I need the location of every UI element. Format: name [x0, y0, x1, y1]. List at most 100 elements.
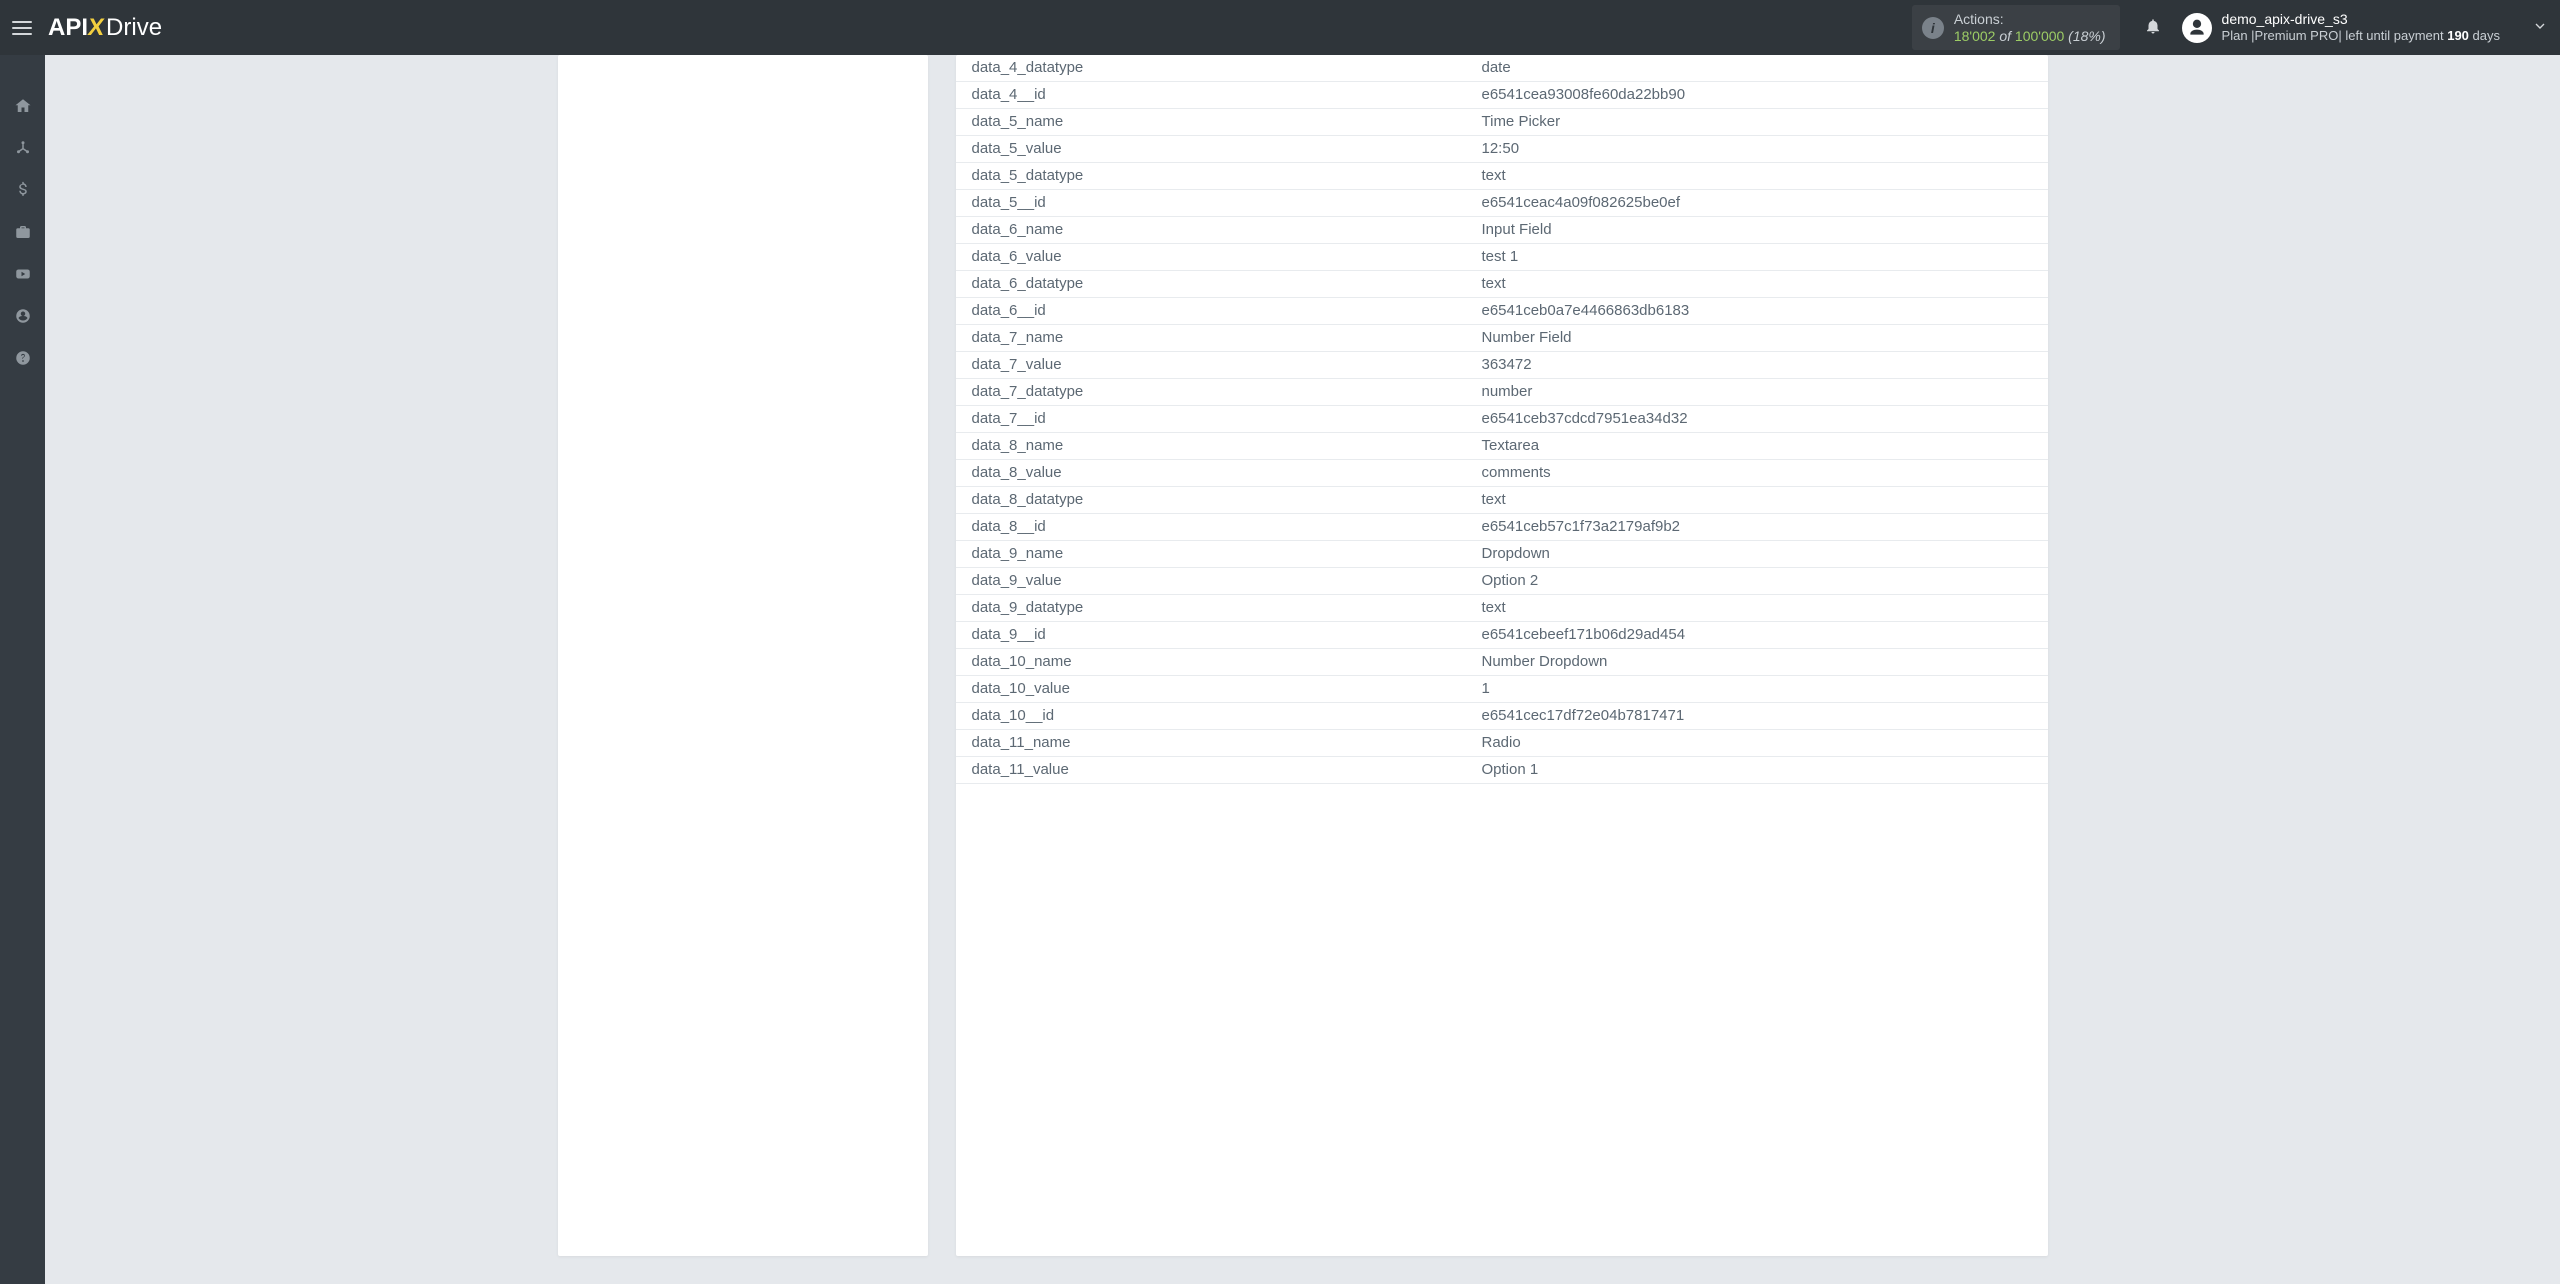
user-menu-chevron-down-icon[interactable]	[2532, 18, 2548, 38]
row-value: e6541cea93008fe60da22bb90	[1466, 82, 2048, 109]
table-row: data_11_nameRadio	[956, 730, 2048, 757]
table-row: data_8__ide6541ceb57c1f73a2179af9b2	[956, 514, 2048, 541]
table-row: data_7_value363472	[956, 352, 2048, 379]
table-row: data_4_datatypedate	[956, 55, 2048, 82]
row-value: 363472	[1466, 352, 2048, 379]
logo-text-api: API	[48, 14, 88, 42]
row-key: data_4__id	[956, 82, 1466, 109]
table-row: data_7_nameNumber Field	[956, 325, 2048, 352]
plan-prefix: Plan |	[2222, 28, 2255, 43]
table-row: data_6_nameInput Field	[956, 217, 2048, 244]
row-value: Number Dropdown	[1466, 649, 2048, 676]
table-row: data_9_datatypetext	[956, 595, 2048, 622]
sidebar-item-home[interactable]	[0, 85, 45, 127]
table-row: data_8_datatypetext	[956, 487, 2048, 514]
info-icon	[1922, 17, 1944, 39]
data-table-card: data_4_datatypedatedata_4__ide6541cea930…	[956, 55, 2048, 1256]
table-row: data_9__ide6541cebeef171b06d29ad454	[956, 622, 2048, 649]
table-row: data_5_nameTime Picker	[956, 109, 2048, 136]
plan-days-num: 190	[2447, 28, 2469, 43]
row-key: data_9__id	[956, 622, 1466, 649]
row-value: e6541ceb0a7e4466863db6183	[1466, 298, 2048, 325]
notifications-bell-icon[interactable]	[2138, 17, 2168, 39]
row-value: e6541ceac4a09f082625be0ef	[1466, 190, 2048, 217]
row-key: data_6_value	[956, 244, 1466, 271]
row-key: data_6_name	[956, 217, 1466, 244]
row-value: Radio	[1466, 730, 2048, 757]
row-key: data_7_value	[956, 352, 1466, 379]
row-value: Textarea	[1466, 433, 2048, 460]
logo-text-x: X	[86, 14, 106, 42]
row-key: data_9_value	[956, 568, 1466, 595]
table-row: data_5__ide6541ceac4a09f082625be0ef	[956, 190, 2048, 217]
row-value: Option 2	[1466, 568, 2048, 595]
table-row: data_8_valuecomments	[956, 460, 2048, 487]
row-key: data_11_name	[956, 730, 1466, 757]
row-value: Dropdown	[1466, 541, 2048, 568]
table-row: data_8_nameTextarea	[956, 433, 2048, 460]
row-key: data_6__id	[956, 298, 1466, 325]
sidebar-item-briefcase[interactable]	[0, 211, 45, 253]
row-key: data_7__id	[956, 406, 1466, 433]
actions-total: 100'000	[2015, 28, 2064, 44]
hamburger-menu-icon[interactable]	[8, 14, 36, 42]
plan-days-suffix: days	[2469, 28, 2500, 43]
row-key: data_10_value	[956, 676, 1466, 703]
row-key: data_8_name	[956, 433, 1466, 460]
row-value: e6541ceb57c1f73a2179af9b2	[1466, 514, 2048, 541]
row-value: Time Picker	[1466, 109, 2048, 136]
table-row: data_5_value12:50	[956, 136, 2048, 163]
row-key: data_7_datatype	[956, 379, 1466, 406]
sidebar-item-account[interactable]	[0, 295, 45, 337]
row-key: data_8_datatype	[956, 487, 1466, 514]
row-key: data_10__id	[956, 703, 1466, 730]
table-row: data_10_nameNumber Dropdown	[956, 649, 2048, 676]
row-value: Option 1	[1466, 757, 2048, 784]
sidebar-item-video[interactable]	[0, 253, 45, 295]
table-row: data_11_valueOption 1	[956, 757, 2048, 784]
row-key: data_8_value	[956, 460, 1466, 487]
sidebar-item-help[interactable]	[0, 337, 45, 379]
row-key: data_5_value	[956, 136, 1466, 163]
actions-counter[interactable]: Actions: 18'002 of 100'000 (18%)	[1912, 5, 2120, 51]
row-value: Input Field	[1466, 217, 2048, 244]
row-value: text	[1466, 163, 2048, 190]
row-key: data_6_datatype	[956, 271, 1466, 298]
table-row: data_5_datatypetext	[956, 163, 2048, 190]
table-row: data_9_nameDropdown	[956, 541, 2048, 568]
plan-mid: | left until payment	[2338, 28, 2447, 43]
plan-line: Plan |Premium PRO| left until payment 19…	[2222, 28, 2500, 44]
actions-used: 18'002	[1954, 28, 1996, 44]
user-name: demo_apix-drive_s3	[2222, 11, 2500, 29]
table-row: data_6_datatypetext	[956, 271, 2048, 298]
user-avatar-icon[interactable]	[2182, 13, 2212, 43]
row-value: text	[1466, 487, 2048, 514]
plan-name: Premium PRO	[2255, 28, 2339, 43]
row-value: e6541cebeef171b06d29ad454	[1466, 622, 2048, 649]
row-key: data_4_datatype	[956, 55, 1466, 82]
row-key: data_10_name	[956, 649, 1466, 676]
row-key: data_11_value	[956, 757, 1466, 784]
table-row: data_10__ide6541cec17df72e04b7817471	[956, 703, 2048, 730]
row-key: data_8__id	[956, 514, 1466, 541]
sidebar-item-billing[interactable]	[0, 169, 45, 211]
table-row: data_7_datatypenumber	[956, 379, 2048, 406]
row-value: e6541cec17df72e04b7817471	[1466, 703, 2048, 730]
actions-text: Actions: 18'002 of 100'000 (18%)	[1954, 11, 2106, 45]
table-row: data_9_valueOption 2	[956, 568, 2048, 595]
row-value: number	[1466, 379, 2048, 406]
logo[interactable]: APIXDrive	[48, 14, 162, 42]
row-key: data_5_datatype	[956, 163, 1466, 190]
table-row: data_7__ide6541ceb37cdcd7951ea34d32	[956, 406, 2048, 433]
row-key: data_5_name	[956, 109, 1466, 136]
sidebar-item-connections[interactable]	[0, 127, 45, 169]
left-panel-card	[558, 55, 928, 1256]
row-key: data_9_name	[956, 541, 1466, 568]
row-value: e6541ceb37cdcd7951ea34d32	[1466, 406, 2048, 433]
row-key: data_7_name	[956, 325, 1466, 352]
user-block[interactable]: demo_apix-drive_s3 Plan |Premium PRO| le…	[2222, 11, 2500, 45]
actions-of: of	[1995, 28, 2014, 44]
row-value: comments	[1466, 460, 2048, 487]
row-value: date	[1466, 55, 2048, 82]
row-value: 1	[1466, 676, 2048, 703]
